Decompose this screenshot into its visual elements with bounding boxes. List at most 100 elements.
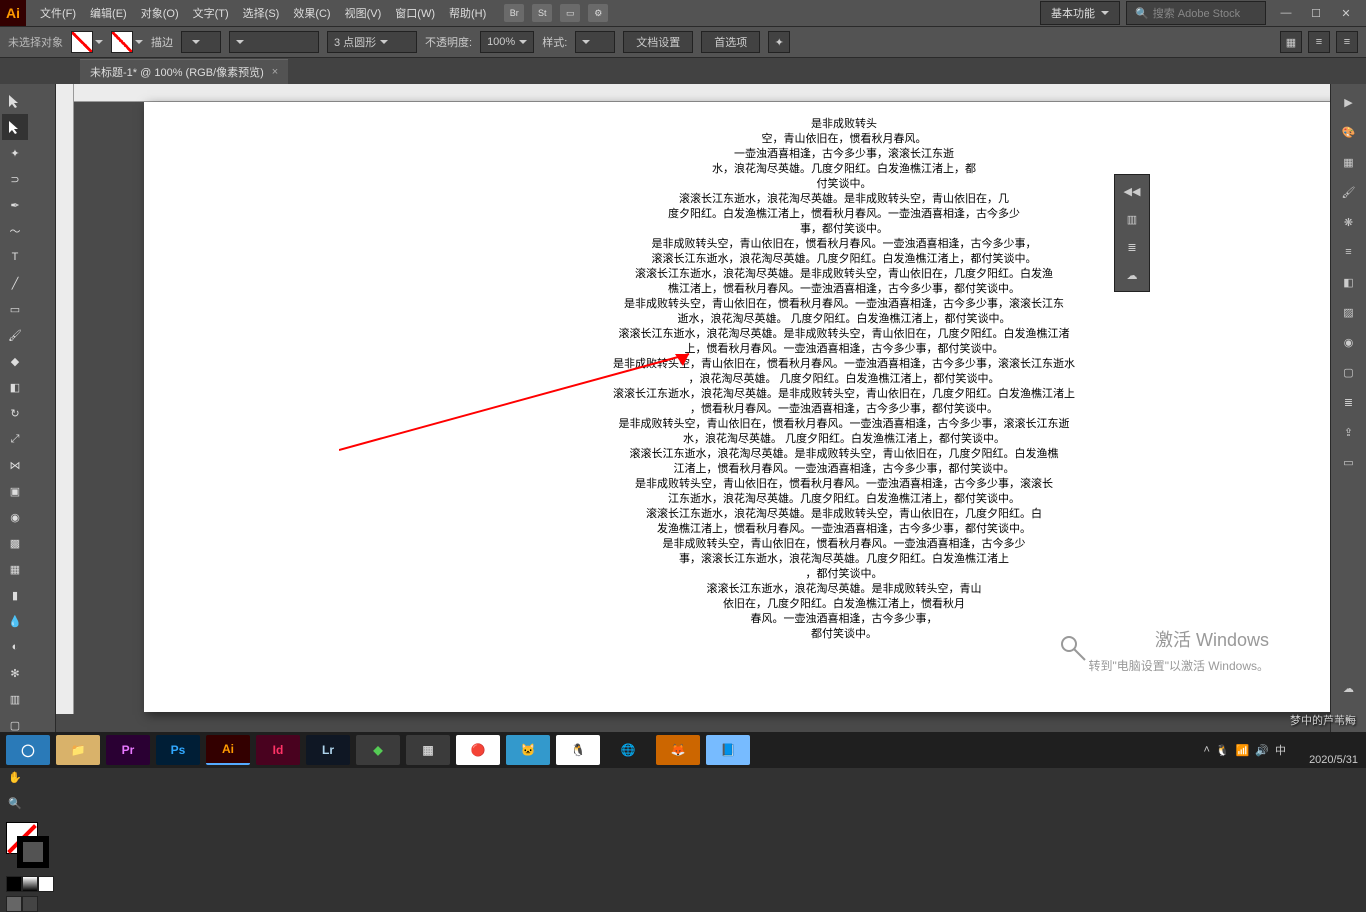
gradient-panel-icon[interactable]: ◧: [1334, 268, 1364, 296]
opacity-input[interactable]: 100%: [480, 31, 534, 53]
panel-collapse-icon[interactable]: ◀◀: [1117, 177, 1147, 205]
arrange-icon[interactable]: ▭: [560, 4, 580, 22]
shaper-tool[interactable]: ◆: [2, 348, 28, 374]
document-setup-button[interactable]: 文档设置: [623, 31, 693, 53]
taskbar-lightroom[interactable]: Lr: [306, 735, 350, 765]
bridge-icon[interactable]: Br: [504, 4, 524, 22]
taskbar-chrome[interactable]: 🌐: [606, 735, 650, 765]
eraser-tool[interactable]: ◧: [2, 374, 28, 400]
transform-panel-icon[interactable]: ✦: [768, 31, 790, 53]
tray-up-icon[interactable]: ˄: [1203, 744, 1209, 756]
menu-window[interactable]: 窗口(W): [389, 1, 441, 25]
tray-sound-icon[interactable]: 🔊: [1255, 744, 1269, 757]
mesh-tool[interactable]: ▦: [2, 556, 28, 582]
taskbar-app5[interactable]: 🦊: [656, 735, 700, 765]
color-panel-icon[interactable]: 🎨: [1334, 118, 1364, 146]
tray-ime-icon[interactable]: 中: [1275, 742, 1286, 758]
floating-panel[interactable]: ◀◀ ▥ ≣ ☁: [1114, 174, 1150, 292]
menu-object[interactable]: 对象(O): [135, 1, 185, 25]
menu-effect[interactable]: 效果(C): [287, 1, 336, 25]
magic-wand-tool[interactable]: ✦: [2, 140, 28, 166]
menu-help[interactable]: 帮助(H): [443, 1, 492, 25]
menu-type[interactable]: 文字(T): [187, 1, 235, 25]
workspace-switcher[interactable]: 基本功能: [1040, 1, 1120, 25]
menu-file[interactable]: 文件(F): [34, 1, 82, 25]
fill-swatch[interactable]: [71, 31, 93, 53]
chevron-down-icon[interactable]: [135, 40, 143, 44]
cc-libraries-icon[interactable]: ☁: [1334, 674, 1364, 702]
rotate-tool[interactable]: ↻: [2, 400, 28, 426]
stock-icon[interactable]: St: [532, 4, 552, 22]
canvas[interactable]: 是非成败转头空，青山依旧在，惯看秋月春风。一壶浊酒喜相逢，古今多少事，滚滚长江东…: [56, 84, 1330, 732]
variable-width-profile[interactable]: [229, 31, 319, 53]
screen-mode-full[interactable]: [22, 896, 38, 912]
asset-export-panel-icon[interactable]: ⇪: [1334, 418, 1364, 446]
taskbar-browser[interactable]: ◯: [6, 735, 50, 765]
properties-panel-icon[interactable]: ▥: [1117, 205, 1147, 233]
document-tab[interactable]: 未标题-1* @ 100% (RGB/像素预览) ×: [80, 59, 288, 84]
gpu-icon[interactable]: ⚙: [588, 4, 608, 22]
appearance-panel-icon[interactable]: ◉: [1334, 328, 1364, 356]
taskbar-clock[interactable]: 2020/5/31: [1309, 754, 1358, 766]
stroke-panel-icon[interactable]: ≡: [1334, 238, 1364, 266]
menu-edit[interactable]: 编辑(E): [84, 1, 133, 25]
taskbar-app6[interactable]: 📘: [706, 735, 750, 765]
stroke-swatch[interactable]: [111, 31, 133, 53]
artboards-panel-icon[interactable]: ▭: [1334, 448, 1364, 476]
swatches-panel-icon[interactable]: ▦: [1334, 148, 1364, 176]
maximize-button[interactable]: ☐: [1302, 3, 1330, 23]
color-mode-gradient[interactable]: [22, 876, 38, 892]
scale-tool[interactable]: ⤢: [2, 426, 28, 452]
tray-qq-icon[interactable]: 🐧: [1216, 744, 1230, 757]
taskbar-app1[interactable]: ◆: [356, 735, 400, 765]
taskbar-app3[interactable]: 🔴: [456, 735, 500, 765]
close-button[interactable]: ✕: [1332, 3, 1360, 23]
direct-selection-tool[interactable]: [2, 114, 28, 140]
tray-network-icon[interactable]: 📶: [1236, 744, 1250, 757]
stroke-weight-input[interactable]: [181, 31, 221, 53]
selection-tool[interactable]: [2, 88, 28, 114]
taskbar-premiere[interactable]: Pr: [106, 735, 150, 765]
screen-mode-normal[interactable]: [6, 896, 22, 912]
stroke-box[interactable]: [17, 836, 49, 868]
lasso-tool[interactable]: ⊃: [2, 166, 28, 192]
brushes-panel-icon[interactable]: 🖌: [1334, 178, 1364, 206]
fill-stroke-control[interactable]: [6, 822, 49, 868]
gradient-tool[interactable]: ▮: [2, 582, 28, 608]
graphic-style[interactable]: [575, 31, 615, 53]
symbol-sprayer-tool[interactable]: ✻: [2, 660, 28, 686]
system-tray[interactable]: ˄ 🐧 📶 🔊 中: [1203, 742, 1286, 758]
menu-view[interactable]: 视图(V): [339, 1, 388, 25]
minimize-button[interactable]: —: [1272, 3, 1300, 23]
menu-select[interactable]: 选择(S): [237, 1, 286, 25]
stock-search[interactable]: 🔍 搜索 Adobe Stock: [1126, 1, 1266, 25]
isolate-icon[interactable]: ≡: [1308, 31, 1330, 53]
close-tab-icon[interactable]: ×: [272, 66, 278, 78]
paintbrush-tool[interactable]: 🖌: [2, 322, 28, 348]
pen-tool[interactable]: ✒: [2, 192, 28, 218]
taskbar-indesign[interactable]: Id: [256, 735, 300, 765]
taskbar-app4[interactable]: 🐱: [506, 735, 550, 765]
line-tool[interactable]: ╱: [2, 270, 28, 296]
zoom-tool[interactable]: 🔍: [2, 790, 28, 816]
color-mode-none[interactable]: [38, 876, 54, 892]
taskbar-illustrator[interactable]: Ai: [206, 735, 250, 765]
libraries-panel-icon[interactable]: ☁: [1117, 261, 1147, 289]
column-graph-tool[interactable]: ▥: [2, 686, 28, 712]
perspective-tool[interactable]: ▩: [2, 530, 28, 556]
chevron-down-icon[interactable]: [95, 40, 103, 44]
shape-builder-tool[interactable]: ◉: [2, 504, 28, 530]
eyedropper-tool[interactable]: 💧: [2, 608, 28, 634]
menu-icon[interactable]: ≡: [1336, 31, 1358, 53]
transparency-panel-icon[interactable]: ▨: [1334, 298, 1364, 326]
curvature-tool[interactable]: ～: [2, 218, 28, 244]
taskbar-qq[interactable]: 🐧: [556, 735, 600, 765]
taskbar-app2[interactable]: ▦: [406, 735, 450, 765]
width-tool[interactable]: ⋈: [2, 452, 28, 478]
layers-panel-icon[interactable]: ≣: [1117, 233, 1147, 261]
free-transform-tool[interactable]: ▣: [2, 478, 28, 504]
panel-expand-icon[interactable]: ▶: [1334, 88, 1364, 116]
type-tool[interactable]: T: [2, 244, 28, 270]
taskbar-explorer[interactable]: 📁: [56, 735, 100, 765]
preferences-button[interactable]: 首选项: [701, 31, 760, 53]
